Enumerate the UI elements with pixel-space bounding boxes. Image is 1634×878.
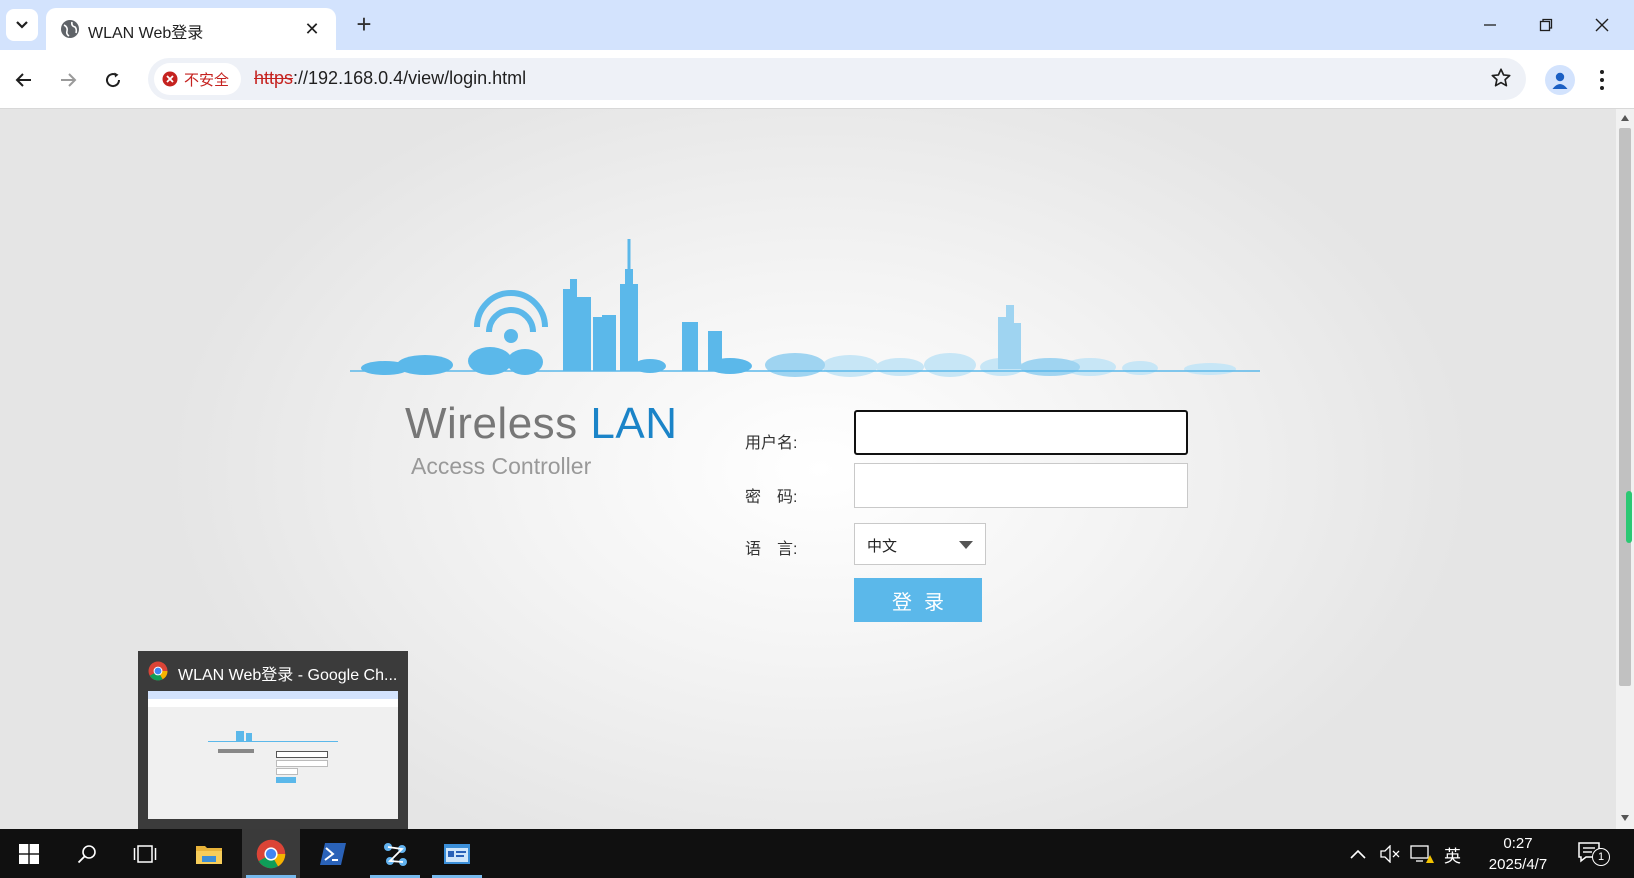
back-button[interactable] (7, 63, 41, 97)
chrome-taskbar-button[interactable] (242, 829, 300, 878)
task-view-button[interactable] (116, 829, 174, 878)
login-button[interactable]: 登录 (854, 578, 982, 622)
side-indicator (1626, 491, 1632, 543)
folder-icon (196, 845, 222, 864)
username-label: 用户名: (745, 435, 798, 452)
bookmark-star-icon[interactable] (1490, 67, 1512, 94)
close-window-button[interactable] (1574, 0, 1630, 50)
task-view-icon (133, 844, 157, 863)
clock-time: 0:27 (1503, 835, 1533, 852)
show-hidden-icons[interactable] (1350, 841, 1366, 867)
network-tool-button[interactable] (366, 829, 424, 878)
notification-count-badge: 1 (1592, 848, 1610, 866)
language-label: 语 言: (745, 541, 798, 558)
url-text[interactable]: https://192.168.0.4/view/login.html (254, 68, 526, 89)
browser-tab[interactable]: WLAN Web登录 ✕ (46, 8, 336, 50)
preview-thumbnail (148, 691, 398, 819)
language-select[interactable]: 中文 (854, 523, 986, 565)
scroll-up-icon[interactable] (1621, 115, 1629, 121)
security-label: 不安全 (184, 71, 230, 89)
logo-title: Wireless LAN (405, 399, 678, 449)
profile-avatar[interactable] (1545, 65, 1575, 95)
action-center-button[interactable]: 1 (1578, 840, 1610, 866)
taskbar-preview[interactable]: WLAN Web登录 - Google Ch... (138, 651, 408, 829)
restore-button[interactable] (1518, 0, 1574, 50)
start-button[interactable] (0, 829, 58, 878)
preview-title: WLAN Web登录 - Google Ch... (178, 667, 398, 684)
network-app-icon (384, 842, 407, 866)
reload-button[interactable] (96, 63, 130, 97)
scrollbar-thumb[interactable] (1619, 128, 1631, 686)
globe-icon (61, 20, 79, 38)
username-input[interactable] (854, 410, 1188, 455)
url-scheme: https (254, 68, 294, 88)
chrome-icon (148, 661, 168, 681)
address-bar[interactable]: 不安全 https://192.168.0.4/view/login.html (148, 58, 1526, 100)
password-input[interactable] (854, 463, 1188, 508)
network-warning-icon[interactable] (1410, 841, 1434, 867)
scroll-down-icon[interactable] (1621, 815, 1629, 821)
close-icon (1595, 18, 1609, 32)
tab-strip: WLAN Web登录 ✕ + (0, 0, 1634, 50)
windows-logo-icon (19, 843, 39, 864)
password-label: 密 码: (745, 489, 798, 506)
minimize-button[interactable] (1462, 0, 1518, 50)
reload-icon (106, 72, 121, 88)
url-path: ://192.168.0.4/view/login.html (293, 68, 527, 88)
chrome-icon (256, 839, 286, 868)
file-explorer-button[interactable] (180, 829, 238, 878)
clock-date: 2025/4/7 (1488, 856, 1548, 873)
logo-lan: LAN (590, 399, 678, 448)
input-method-indicator[interactable]: 英 (1444, 841, 1461, 867)
powershell-icon (320, 842, 346, 865)
search-icon (77, 844, 96, 863)
search-button[interactable] (58, 829, 116, 878)
dropdown-arrow-icon (959, 541, 973, 549)
minimize-icon (1484, 24, 1496, 26)
close-tab-icon[interactable]: ✕ (300, 17, 324, 41)
control-panel-button[interactable] (428, 829, 486, 878)
logo-wireless: Wireless (405, 399, 578, 448)
tab-search-button[interactable] (6, 9, 38, 41)
chrome-menu-icon[interactable] (1594, 66, 1610, 94)
logo-subtitle: Access Controller (411, 453, 592, 479)
chevron-down-icon (16, 21, 28, 29)
error-icon (162, 71, 178, 87)
volume-muted-icon[interactable] (1380, 841, 1402, 867)
city-skyline-logo (350, 239, 1260, 377)
language-selected-value: 中文 (867, 538, 898, 555)
arrow-right-icon (61, 73, 77, 87)
system-clock[interactable]: 0:27 2025/4/7 (1478, 833, 1558, 875)
powershell-button[interactable] (304, 829, 362, 878)
arrow-left-icon (15, 73, 31, 87)
chevron-up-icon (1350, 849, 1366, 859)
tab-title: WLAN Web登录 (88, 25, 204, 42)
restore-icon (1539, 18, 1553, 32)
windows-taskbar: 英 0:27 2025/4/7 1 (0, 829, 1634, 878)
new-tab-icon[interactable]: + (350, 9, 378, 39)
forward-button[interactable] (51, 63, 85, 97)
security-chip[interactable]: 不安全 (154, 63, 242, 95)
window-app-icon (444, 843, 470, 864)
profile-icon (1552, 72, 1568, 89)
